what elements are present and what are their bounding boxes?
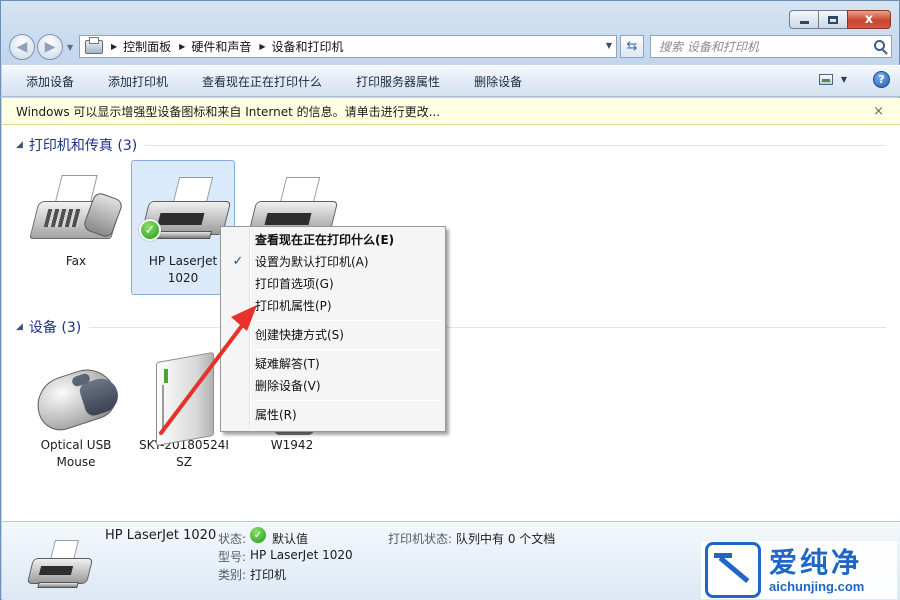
checkmark-icon: ✓ (232, 254, 244, 269)
devices-and-printers-window: x ◀ ▶ ▼ ▶ 控制面板 ▶ 硬件和声音 ▶ 设备和打印机 ▼ ⇆ 搜索 设… (0, 0, 900, 600)
menu-item-set-default-printer[interactable]: ✓ 设置为默认打印机(A) (223, 251, 443, 273)
watermark-logo-icon (705, 542, 761, 598)
menu-item-label: 打印首选项(G) (255, 277, 334, 291)
maximize-icon (828, 15, 838, 24)
details-device-name: HP LaserJet 1020 (105, 528, 217, 543)
device-optical-usb-mouse[interactable]: Optical USB Mouse (24, 355, 128, 471)
group-divider (145, 144, 886, 146)
printer-icon (26, 540, 96, 594)
maximize-button[interactable] (818, 10, 848, 29)
details-model-value: HP LaserJet 1020 (250, 548, 353, 562)
add-device-button[interactable]: 添加设备 (16, 69, 84, 94)
see-whats-printing-button[interactable]: 查看现在正在打印什么 (192, 69, 332, 94)
devices-printers-location-icon (85, 36, 103, 54)
mouse-icon (28, 355, 124, 437)
recent-pages-dropdown-icon[interactable]: ▼ (67, 43, 73, 52)
info-bar-close-icon[interactable]: × (873, 104, 884, 119)
details-category-label: 类别: (218, 568, 247, 582)
command-bar: 添加设备 添加打印机 查看现在正在打印什么 打印服务器属性 删除设备 ▼ ? (2, 65, 900, 97)
breadcrumb-devices-printers[interactable]: 设备和打印机 (272, 38, 344, 55)
address-dropdown-icon[interactable]: ▼ (606, 41, 612, 50)
menu-item-create-shortcut[interactable]: 创建快捷方式(S) (223, 324, 443, 346)
collapse-triangle-icon[interactable]: ◢ (16, 140, 23, 150)
breadcrumb-chevron-icon[interactable]: ▶ (111, 42, 117, 51)
menu-item-label: 创建快捷方式(S) (255, 328, 344, 342)
watermark-title: 爱纯净 (769, 545, 863, 579)
close-button[interactable]: x (847, 10, 891, 29)
watermark-url: aichunjing.com (769, 578, 865, 594)
printers-group-title: 打印机和传真 (3) (28, 138, 138, 154)
site-watermark-logo: 爱纯净 aichunjing.com (701, 541, 897, 599)
menu-item-printer-properties[interactable]: 打印机属性(P) (223, 295, 443, 317)
add-printer-button[interactable]: 添加打印机 (98, 69, 178, 94)
search-placeholder: 搜索 设备和打印机 (659, 40, 759, 54)
breadcrumb-chevron-icon[interactable]: ▶ (179, 42, 185, 51)
menu-separator (255, 320, 441, 321)
breadcrumb-control-panel[interactable]: 控制面板 (123, 38, 171, 55)
default-status-check-icon: ✓ (250, 527, 266, 543)
printers-group-header[interactable]: ◢ 打印机和传真 (3) (16, 135, 886, 155)
device-content-area[interactable]: ◢ 打印机和传真 (3) Fax ✓ HP LaserJet 1020 ◢ 设备… (2, 125, 900, 521)
menu-item-label: 删除设备(V) (255, 379, 321, 393)
search-input[interactable]: 搜索 设备和打印机 (650, 35, 892, 58)
help-icon[interactable]: ? (873, 71, 890, 88)
details-printer-status-value: 队列中有 0 个文档 (456, 532, 556, 546)
refresh-icon: ⇆ (626, 39, 638, 54)
breadcrumb-chevron-icon[interactable]: ▶ (259, 42, 265, 51)
menu-separator (255, 400, 441, 401)
menu-item-label: 查看现在正在打印什么(E) (255, 233, 395, 247)
devices-group-title: 设备 (3) (28, 320, 82, 336)
computer-tower-icon (136, 351, 232, 447)
details-category-value: 打印机 (250, 568, 287, 582)
device-label: HP LaserJet 1020 (148, 254, 218, 285)
change-view-icon[interactable] (818, 74, 833, 85)
print-server-properties-button[interactable]: 打印服务器属性 (346, 69, 450, 94)
remove-device-button[interactable]: 删除设备 (464, 69, 532, 94)
group-divider (89, 326, 886, 328)
device-label: SKY-20180524I SZ (139, 438, 229, 469)
back-button[interactable]: ◀ (9, 34, 35, 60)
close-icon: x (864, 12, 874, 27)
printer-icon: ✓ (135, 171, 232, 251)
breadcrumb-hardware-sound[interactable]: 硬件和声音 (191, 38, 251, 55)
navigation-row: ◀ ▶ ▼ ▶ 控制面板 ▶ 硬件和声音 ▶ 设备和打印机 ▼ ⇆ 搜索 设备和… (9, 33, 893, 61)
minimize-button[interactable] (789, 10, 819, 29)
details-printer-status-label: 打印机状态: (388, 532, 453, 546)
device-label: W1942 (270, 438, 314, 452)
menu-item-see-whats-printing[interactable]: 查看现在正在打印什么(E) (223, 229, 443, 251)
menu-item-label: 打印机属性(P) (255, 299, 332, 313)
info-bar-text[interactable]: Windows 可以显示增强型设备图标和来自 Internet 的信息。请单击进… (16, 103, 440, 120)
collapse-triangle-icon[interactable]: ◢ (16, 322, 23, 332)
menu-item-properties[interactable]: 属性(R) (223, 404, 443, 426)
default-printer-check-icon: ✓ (139, 219, 161, 241)
menu-item-remove-device[interactable]: 删除设备(V) (223, 375, 443, 397)
details-model-label: 型号: (218, 550, 247, 564)
device-label: Optical USB Mouse (40, 438, 112, 469)
devices-group-header[interactable]: ◢ 设备 (3) (16, 317, 886, 337)
device-label: Fax (65, 254, 87, 268)
caption-buttons: x (789, 10, 891, 29)
device-fax[interactable]: Fax (24, 171, 128, 270)
menu-item-label: 属性(R) (255, 408, 297, 422)
menu-item-label: 设置为默认打印机(A) (255, 255, 369, 269)
details-status-value: 默认值 (272, 532, 309, 546)
command-bar-right: ▼ ? (818, 71, 890, 88)
search-icon[interactable] (874, 40, 885, 51)
watermark-text: 爱纯净 aichunjing.com (769, 545, 865, 594)
printer-context-menu: 查看现在正在打印什么(E) ✓ 设置为默认打印机(A) 打印首选项(G) 打印机属… (220, 226, 446, 432)
menu-separator (255, 349, 441, 350)
back-arrow-icon: ◀ (16, 39, 28, 55)
view-options-dropdown-icon[interactable]: ▼ (841, 75, 847, 84)
forward-button[interactable]: ▶ (37, 34, 63, 60)
fax-icon (28, 171, 124, 251)
address-bar[interactable]: ▶ 控制面板 ▶ 硬件和声音 ▶ 设备和打印机 ▼ (79, 35, 617, 58)
info-bar[interactable]: Windows 可以显示增强型设备图标和来自 Internet 的信息。请单击进… (2, 98, 900, 125)
menu-item-troubleshoot[interactable]: 疑难解答(T) (223, 353, 443, 375)
menu-item-label: 疑难解答(T) (255, 357, 320, 371)
forward-arrow-icon: ▶ (44, 39, 56, 55)
menu-item-printing-preferences[interactable]: 打印首选项(G) (223, 273, 443, 295)
details-status-label: 状态: (218, 532, 247, 546)
refresh-button[interactable]: ⇆ (620, 35, 644, 58)
minimize-icon (799, 21, 809, 24)
